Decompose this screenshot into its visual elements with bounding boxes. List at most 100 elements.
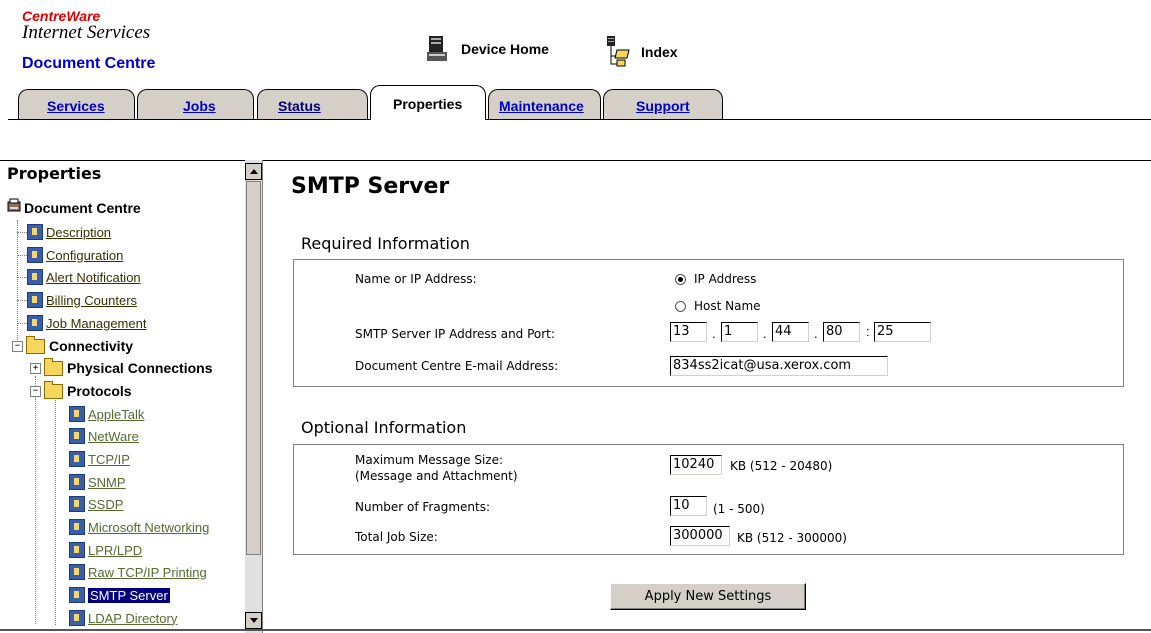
tree-item-connectivity[interactable]: − Connectivity [12, 335, 134, 356]
tree-item-billing-counters[interactable]: Billing Counters [27, 290, 137, 310]
tab-status[interactable]: Status [257, 89, 368, 119]
ip-port-label: SMTP Server IP Address and Port: [355, 327, 555, 341]
tab-jobs[interactable]: Jobs [137, 89, 254, 119]
tab-support-label[interactable]: Support [636, 98, 690, 114]
folder-open-icon [26, 335, 45, 354]
tree-line [17, 220, 18, 352]
radio-ip-address[interactable]: IP Address [675, 272, 756, 286]
tree-root-document-centre[interactable]: Document Centre [6, 198, 141, 218]
tree-item-tcpip[interactable]: TCP/IP [69, 449, 130, 469]
collapse-icon[interactable]: − [30, 385, 41, 397]
tree-item-smtp-server[interactable]: SMTP Server [69, 585, 170, 605]
total-job-size-field[interactable]: 300000 [670, 526, 730, 546]
apply-new-settings-button[interactable]: Apply New Settings [610, 583, 806, 610]
scroll-thumb[interactable] [246, 181, 261, 555]
tree-item-ssdp-label[interactable]: SSDP [88, 497, 123, 512]
document-icon [69, 474, 85, 490]
ip-octet-4-field[interactable]: 80 [823, 322, 860, 342]
tab-jobs-label[interactable]: Jobs [183, 98, 216, 114]
tree-item-appletalk[interactable]: AppleTalk [69, 404, 144, 424]
tree-item-job-management[interactable]: Job Management [27, 313, 146, 333]
tree-item-job-management-label[interactable]: Job Management [46, 316, 146, 331]
tab-properties-label[interactable]: Properties [393, 96, 462, 112]
sidebar-scrollbar[interactable] [245, 160, 262, 633]
tab-properties[interactable]: Properties [370, 85, 486, 120]
tab-baseline [8, 119, 1151, 120]
ip-octet-3-field[interactable]: 44 [772, 322, 809, 342]
tab-maintenance-label[interactable]: Maintenance [499, 98, 584, 114]
device-home-link[interactable]: Device Home [425, 34, 549, 64]
ip-dot: . [814, 326, 818, 341]
radio-host-name[interactable]: Host Name [675, 299, 761, 313]
scroll-up-icon[interactable] [245, 163, 262, 180]
tree-item-protocols[interactable]: − Protocols [30, 380, 132, 401]
tree-item-connectivity-label: Connectivity [49, 338, 134, 354]
tab-bar: Services Jobs Status Properties Maintena… [0, 84, 1151, 120]
max-size-label: Maximum Message Size: [355, 453, 504, 467]
logo-internet-services: Internet Services [22, 22, 151, 43]
tree-item-raw-tcpip[interactable]: Raw TCP/IP Printing [69, 562, 207, 582]
index-link[interactable]: Index [605, 34, 678, 70]
bottom-border [0, 629, 1151, 631]
tree-item-billing-counters-label[interactable]: Billing Counters [46, 293, 137, 308]
max-message-size-field[interactable]: 10240 [670, 455, 722, 475]
smtp-port-field[interactable]: 25 [874, 322, 931, 342]
tree-item-microsoft-networking[interactable]: Microsoft Networking [69, 517, 209, 537]
radio-selected-icon[interactable] [675, 273, 686, 285]
tab-support[interactable]: Support [603, 89, 723, 119]
tree-item-lpr-lpd[interactable]: LPR/LPD [69, 540, 142, 560]
tree-item-snmp[interactable]: SNMP [69, 472, 126, 492]
tree-item-description-label[interactable]: Description [46, 225, 111, 240]
folder-icon [44, 357, 63, 376]
tree-item-ldap-directory-label[interactable]: LDAP Directory [88, 611, 177, 626]
tree-item-appletalk-label[interactable]: AppleTalk [88, 407, 144, 422]
tab-status-label[interactable]: Status [278, 98, 321, 114]
tree-item-alert-notification[interactable]: Alert Notification [27, 267, 141, 287]
name-or-ip-label: Name or IP Address: [355, 272, 477, 286]
max-size-unit: KB (512 - 20480) [730, 459, 833, 473]
tree-item-alert-notification-label[interactable]: Alert Notification [46, 270, 141, 285]
ip-octet-2-field[interactable]: 1 [721, 322, 758, 342]
document-icon [27, 292, 43, 308]
tree-item-raw-tcpip-label[interactable]: Raw TCP/IP Printing [88, 565, 207, 580]
tree-item-microsoft-networking-label[interactable]: Microsoft Networking [88, 520, 209, 535]
optional-box: Maximum Message Size: (Message and Attac… [293, 444, 1124, 555]
index-icon [605, 34, 635, 70]
tree-item-ssdp[interactable]: SSDP [69, 494, 123, 514]
collapse-icon[interactable]: − [12, 340, 23, 352]
tree-item-netware[interactable]: NetWare [69, 426, 139, 446]
total-job-size-unit: KB (512 - 300000) [737, 531, 847, 545]
email-label: Document Centre E-mail Address: [355, 359, 559, 373]
tab-maintenance[interactable]: Maintenance [488, 89, 601, 119]
sidebar-title: Properties [7, 164, 102, 183]
tree-item-configuration[interactable]: Configuration [27, 245, 123, 265]
tree-item-lpr-lpd-label[interactable]: LPR/LPD [88, 543, 142, 558]
email-address-field[interactable]: 834ss2icat@usa.xerox.com [670, 356, 888, 376]
document-icon [69, 587, 85, 603]
page-title: SMTP Server [291, 174, 450, 199]
printer-root-icon [6, 198, 22, 219]
ip-octet-1-field[interactable]: 13 [670, 322, 707, 342]
tab-services[interactable]: Services [18, 89, 135, 119]
tree-item-tcpip-label[interactable]: TCP/IP [88, 452, 130, 467]
tree-item-physical-connections[interactable]: + Physical Connections [30, 357, 212, 378]
fragments-field[interactable]: 10 [670, 496, 707, 516]
tree-item-snmp-label[interactable]: SNMP [88, 475, 126, 490]
tree-item-netware-label[interactable]: NetWare [88, 429, 139, 444]
radio-host-name-label: Host Name [694, 299, 761, 313]
tab-services-label[interactable]: Services [47, 98, 105, 114]
index-label: Index [641, 44, 678, 60]
main-content: SMTP Server Required Information Name or… [263, 160, 1151, 633]
tree-item-configuration-label[interactable]: Configuration [46, 248, 123, 263]
tree-item-ldap-directory[interactable]: LDAP Directory [69, 608, 177, 628]
radio-unselected-icon[interactable] [675, 300, 686, 312]
tree-item-smtp-server-label[interactable]: SMTP Server [88, 587, 170, 603]
scroll-down-icon[interactable] [245, 612, 262, 629]
tree-item-description[interactable]: Description [27, 222, 111, 242]
port-colon: : [866, 324, 870, 339]
required-box: Name or IP Address: IP Address Host Name… [293, 259, 1124, 387]
document-icon [69, 610, 85, 626]
tree-line [17, 277, 27, 278]
tree-root-label: Document Centre [24, 200, 141, 216]
expand-icon[interactable]: + [30, 362, 41, 374]
